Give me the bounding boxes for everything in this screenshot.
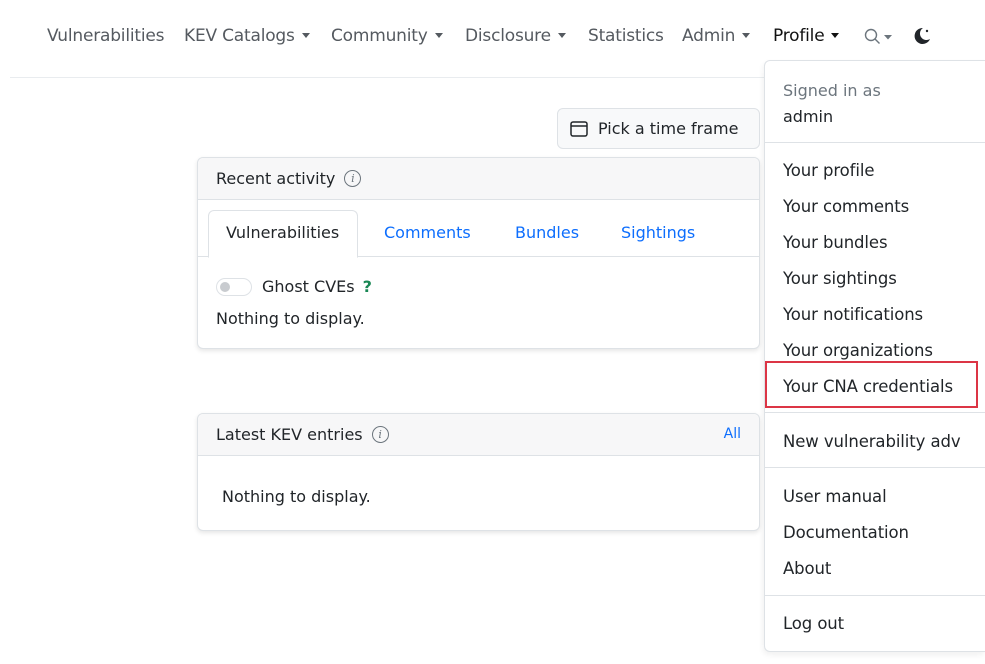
info-icon[interactable]: i — [344, 170, 362, 187]
pick-time-frame-button[interactable]: Pick a time frame — [557, 108, 760, 149]
menu-divider — [765, 595, 985, 596]
menu-item-your-comments[interactable]: Your comments — [783, 197, 909, 216]
nav-disclosure-label: Disclosure — [465, 26, 551, 46]
chevron-down-icon — [742, 33, 751, 38]
recent-activity-tabs: Vulnerabilities Comments Bundles Sightin… — [198, 200, 759, 258]
info-icon[interactable]: i — [371, 426, 389, 443]
profile-dropdown-menu: Signed in as admin Your profile Your com… — [764, 60, 985, 652]
menu-item-about[interactable]: About — [783, 559, 831, 578]
chevron-down-icon — [831, 33, 840, 38]
ghost-cves-toggle[interactable] — [216, 277, 252, 296]
menu-item-log-out[interactable]: Log out — [783, 614, 844, 633]
signed-in-username: admin — [783, 107, 834, 126]
ghost-cves-label: Ghost CVEs — [262, 277, 355, 296]
nav-community-label: Community — [331, 26, 428, 46]
tab-vulnerabilities[interactable]: Vulnerabilities — [208, 210, 359, 258]
kev-all-link[interactable]: All — [724, 426, 741, 442]
nav-admin-label: Admin — [682, 26, 736, 46]
nav-statistics[interactable]: Statistics — [588, 26, 664, 46]
chevron-down-icon — [557, 33, 566, 38]
menu-item-documentation[interactable]: Documentation — [783, 523, 909, 542]
menu-item-your-notifications[interactable]: Your notifications — [783, 305, 923, 324]
tab-bundles[interactable]: Bundles — [515, 223, 579, 242]
latest-kev-header: Latest KEV entries i All — [198, 414, 759, 456]
ghost-cves-row: Ghost CVEs ? — [216, 277, 372, 296]
nav-vulnerabilities[interactable]: Vulnerabilities — [47, 26, 164, 46]
menu-divider — [765, 467, 985, 468]
signed-in-label: Signed in as — [783, 81, 881, 100]
latest-kev-title: Latest KEV entries — [216, 425, 363, 444]
nav-kev-catalogs[interactable]: KEV Catalogs — [184, 26, 310, 46]
recent-activity-empty: Nothing to display. — [216, 309, 365, 328]
theme-toggle[interactable] — [912, 26, 932, 46]
nav-profile-label: Profile — [773, 26, 825, 46]
menu-item-new-vulnerability-advisory[interactable]: New vulnerability adv — [783, 432, 961, 451]
nav-admin[interactable]: Admin — [682, 26, 751, 46]
tab-comments[interactable]: Comments — [384, 223, 471, 242]
highlight-box — [765, 361, 978, 408]
chevron-down-icon — [434, 33, 443, 38]
menu-item-your-sightings[interactable]: Your sightings — [783, 269, 897, 288]
recent-activity-title: Recent activity — [216, 169, 336, 188]
search-toggle[interactable] — [863, 27, 893, 47]
latest-kev-empty: Nothing to display. — [222, 487, 371, 506]
menu-item-your-organizations[interactable]: Your organizations — [783, 341, 933, 360]
tab-sightings[interactable]: Sightings — [621, 223, 695, 242]
search-icon — [864, 28, 892, 44]
menu-divider — [765, 412, 985, 413]
menu-divider — [765, 142, 985, 143]
help-icon[interactable]: ? — [363, 277, 372, 296]
chevron-down-icon — [301, 33, 310, 38]
nav-disclosure[interactable]: Disclosure — [465, 26, 566, 46]
nav-profile[interactable]: Profile — [773, 26, 840, 46]
moon-icon — [914, 27, 930, 44]
pick-time-frame-label: Pick a time frame — [598, 119, 739, 138]
nav-kev-catalogs-label: KEV Catalogs — [184, 26, 295, 46]
menu-item-your-profile[interactable]: Your profile — [783, 161, 874, 180]
recent-activity-card: Recent activity i Vulnerabilities Commen… — [197, 157, 760, 349]
menu-item-your-bundles[interactable]: Your bundles — [783, 233, 888, 252]
menu-item-user-manual[interactable]: User manual — [783, 487, 887, 506]
calendar-icon — [570, 120, 588, 137]
recent-activity-header: Recent activity i — [198, 158, 759, 200]
latest-kev-card: Latest KEV entries i All Nothing to disp… — [197, 413, 760, 531]
nav-community[interactable]: Community — [331, 26, 443, 46]
